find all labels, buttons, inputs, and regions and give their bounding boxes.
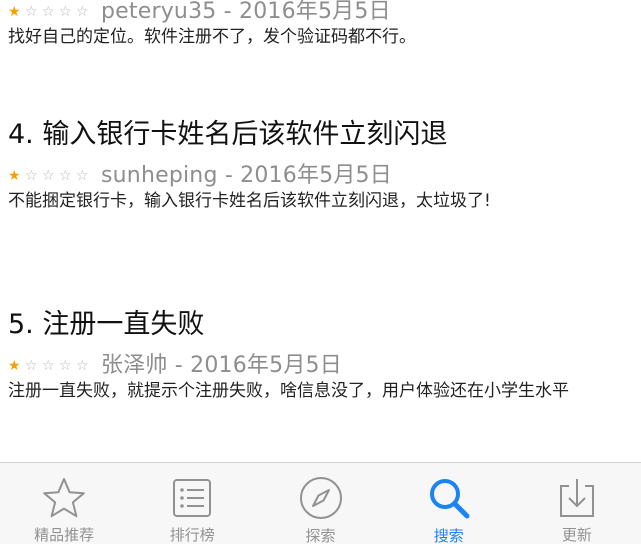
- star-filled-icon: ★: [8, 358, 21, 374]
- review-author: peteryu35: [101, 0, 217, 24]
- star-empty-icon: ☆: [25, 168, 38, 184]
- star-icon: [40, 475, 88, 520]
- star-empty-icon: ☆: [76, 358, 89, 374]
- review-date: 2016年5月5日: [240, 163, 392, 188]
- review-date: 2016年5月5日: [190, 353, 342, 378]
- search-icon: [425, 475, 473, 521]
- review-date: 2016年5月5日: [239, 0, 391, 24]
- star-rating: ★ ☆ ☆ ☆ ☆: [8, 5, 93, 19]
- tab-updates[interactable]: 更新: [513, 463, 641, 544]
- meta-separator: -: [216, 0, 239, 24]
- star-rating: ★ ☆ ☆ ☆ ☆: [8, 359, 93, 373]
- review-author-date: 张泽帅 - 2016年5月5日: [101, 347, 342, 379]
- review-body: 找好自己的定位。软件注册不了，发个验证码都不行。: [8, 27, 416, 47]
- download-icon: [553, 475, 601, 520]
- tab-bar: 精品推荐 排行榜 探索 搜索 更新: [0, 462, 641, 544]
- star-empty-icon: ☆: [42, 4, 55, 20]
- tab-search[interactable]: 搜索: [385, 463, 513, 544]
- review-item: ★ ☆ ☆ ☆ ☆ peteryu35 - 2016年5月5日 找好自己的定位。软件注册…: [8, 0, 633, 48]
- review-title: 4. 输入银行卡姓名后该软件立刻闪退: [8, 119, 448, 150]
- review-meta: ★ ☆ ☆ ☆ ☆ peteryu35 - 2016年5月5日: [8, 0, 633, 24]
- tab-label: 探索: [305, 527, 336, 544]
- review-author-date: sunheping - 2016年5月5日: [101, 157, 392, 189]
- tab-label: 排行榜: [169, 526, 215, 544]
- review-author-date: peteryu35 - 2016年5月5日: [101, 0, 391, 25]
- review-body: 注册一直失败，就提示个注册失败，啥信息没了，用户体验还在小学生水平: [8, 381, 569, 401]
- tab-label: 更新: [561, 526, 592, 544]
- tab-label: 精品推荐: [34, 526, 95, 544]
- star-empty-icon: ☆: [25, 358, 38, 374]
- reviews-page: ★ ☆ ☆ ☆ ☆ peteryu35 - 2016年5月5日 找好自己的定位。软件注册…: [0, 0, 641, 544]
- star-filled-icon: ★: [8, 168, 21, 184]
- star-empty-icon: ☆: [42, 358, 55, 374]
- tab-charts[interactable]: 排行榜: [128, 463, 256, 544]
- star-filled-icon: ★: [8, 4, 21, 20]
- star-empty-icon: ☆: [25, 4, 38, 20]
- tab-label: 搜索: [433, 527, 464, 544]
- star-empty-icon: ☆: [59, 358, 72, 374]
- compass-icon: [297, 475, 345, 521]
- list-icon: [168, 475, 216, 520]
- review-author: sunheping: [101, 163, 218, 188]
- review-meta: ★ ☆ ☆ ☆ ☆ sunheping - 2016年5月5日: [8, 158, 633, 188]
- star-rating: ★ ☆ ☆ ☆ ☆: [8, 169, 93, 183]
- review-author: 张泽帅: [101, 353, 168, 378]
- review-title: 5. 注册一直失败: [8, 309, 205, 340]
- tab-featured[interactable]: 精品推荐: [0, 463, 128, 544]
- review-meta: ★ ☆ ☆ ☆ ☆ 张泽帅 - 2016年5月5日: [8, 348, 633, 378]
- star-empty-icon: ☆: [59, 4, 72, 20]
- review-body: 不能捆定银行卡，输入银行卡姓名后该软件立刻闪退，太垃圾了!: [8, 191, 491, 211]
- star-empty-icon: ☆: [76, 4, 89, 20]
- tab-explore[interactable]: 探索: [256, 463, 384, 544]
- review-item: 5. 注册一直失败 ★ ☆ ☆ ☆ ☆ 张泽帅 - 2016年5月5日 注册一直失败，就…: [8, 308, 633, 402]
- review-item: 4. 输入银行卡姓名后该软件立刻闪退 ★ ☆ ☆ ☆ ☆ sunheping - 201…: [8, 118, 633, 212]
- meta-separator: -: [217, 163, 241, 188]
- star-empty-icon: ☆: [59, 168, 72, 184]
- meta-separator: -: [167, 353, 191, 378]
- star-empty-icon: ☆: [42, 168, 55, 184]
- star-empty-icon: ☆: [76, 168, 89, 184]
